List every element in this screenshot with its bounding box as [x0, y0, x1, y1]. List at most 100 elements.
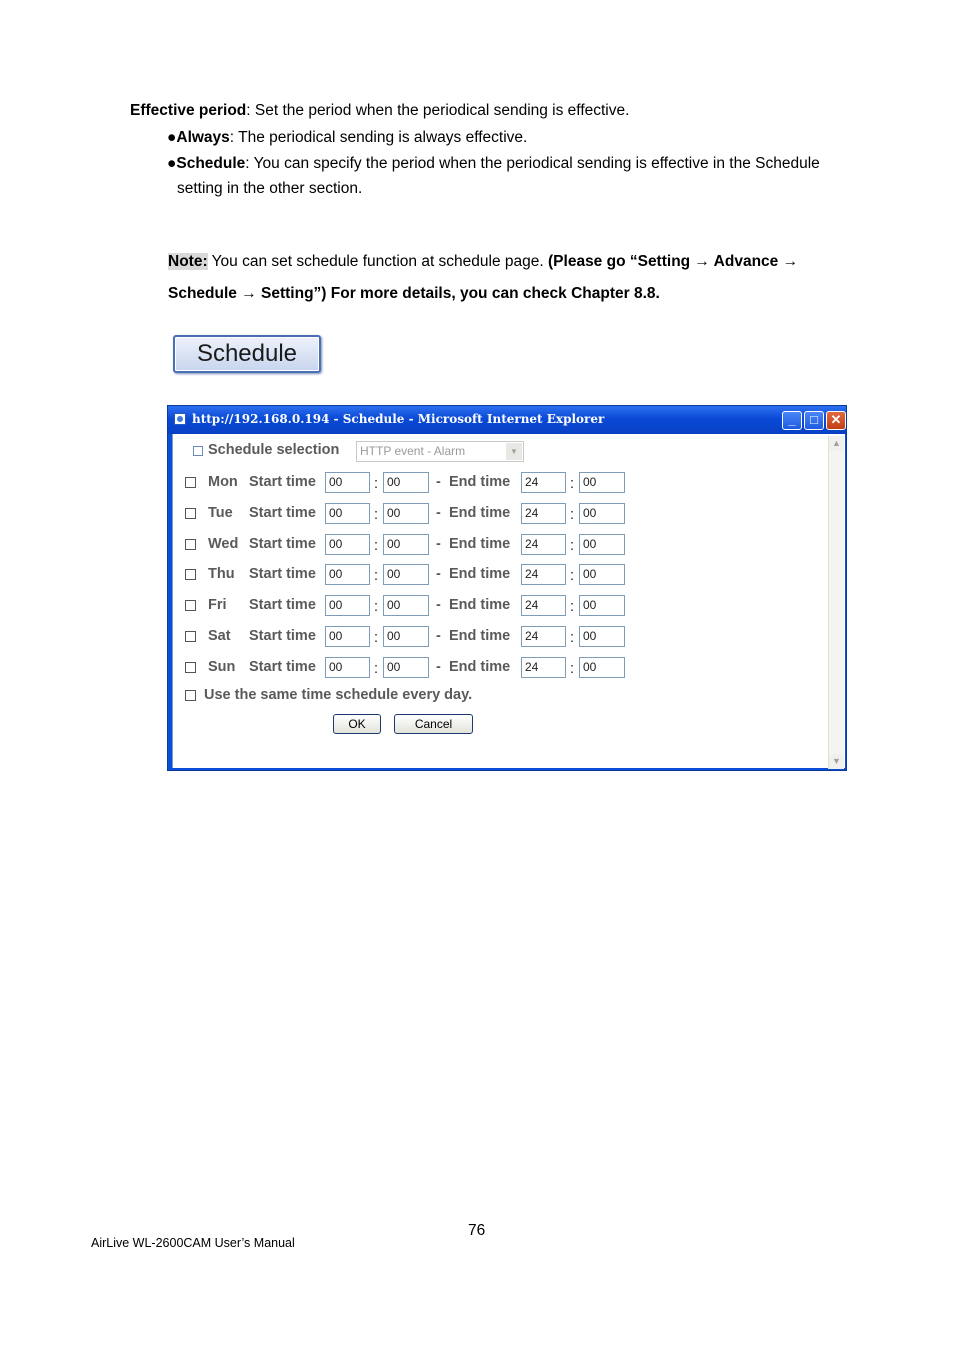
end-time-label: End time — [449, 597, 511, 613]
start-time-label: Start time — [249, 597, 316, 613]
day-checkbox[interactable] — [185, 662, 196, 673]
day-label: Thu — [208, 566, 235, 582]
scroll-down-icon[interactable]: ▼ — [829, 754, 844, 769]
end-time-label: End time — [449, 566, 511, 582]
day-checkbox[interactable] — [185, 569, 196, 580]
ok-button[interactable]: OK — [333, 714, 381, 734]
schedule-button-image: Schedule — [173, 335, 321, 373]
always-desc: : The periodical sending is always effec… — [229, 129, 528, 146]
end-minute-input[interactable]: 00 — [579, 657, 625, 678]
time-colon: : — [374, 507, 379, 523]
range-dash: - — [436, 628, 441, 644]
end-minute-input[interactable]: 00 — [579, 534, 625, 555]
schedule-selection-checkbox[interactable] — [193, 446, 203, 456]
manual-title: AirLive WL-2600CAM User’s Manual — [91, 1236, 295, 1250]
bullet-dot: ● — [167, 155, 177, 172]
range-dash: - — [436, 505, 441, 521]
start-hour-input[interactable]: 00 — [325, 595, 370, 616]
start-hour-input[interactable]: 00 — [325, 657, 370, 678]
time-colon: : — [374, 568, 379, 584]
cancel-button[interactable]: Cancel — [394, 714, 473, 734]
range-dash: - — [436, 597, 441, 613]
end-time-label: End time — [449, 536, 511, 552]
day-checkbox[interactable] — [185, 631, 196, 642]
scroll-up-icon[interactable]: ▲ — [829, 436, 844, 451]
end-time-label: End time — [449, 659, 511, 675]
end-minute-input[interactable]: 00 — [579, 564, 625, 585]
schedule-selection-dropdown[interactable]: HTTP event - Alarm ▼ — [356, 441, 524, 462]
range-dash: - — [436, 474, 441, 490]
end-time-label: End time — [449, 474, 511, 490]
end-hour-input[interactable]: 24 — [521, 595, 566, 616]
start-time-label: Start time — [249, 566, 316, 582]
time-colon: : — [570, 599, 575, 615]
note-text: You can set schedule function at schedul… — [207, 253, 549, 270]
end-time-label: End time — [449, 628, 511, 644]
title-bar: http://192.168.0.194 - Schedule - Micros… — [168, 406, 846, 434]
always-bullet: ●Always: The periodical sending is alway… — [167, 128, 527, 148]
note-label: Note: — [168, 253, 208, 270]
page-number: 76 — [468, 1222, 486, 1239]
start-hour-input[interactable]: 00 — [325, 534, 370, 555]
note-line-2: Schedule → Setting”) For more details, y… — [168, 285, 660, 302]
start-minute-input[interactable]: 00 — [383, 534, 429, 555]
day-checkbox[interactable] — [185, 508, 196, 519]
range-dash: - — [436, 566, 441, 582]
start-minute-input[interactable]: 00 — [383, 657, 429, 678]
vertical-scrollbar[interactable]: ▲ ▼ — [828, 436, 844, 769]
time-colon: : — [570, 507, 575, 523]
effective-period-desc: : Set the period when the periodical sen… — [246, 102, 630, 119]
day-label: Mon — [208, 474, 238, 490]
start-minute-input[interactable]: 00 — [383, 472, 429, 493]
end-minute-input[interactable]: 00 — [579, 595, 625, 616]
maximize-button[interactable]: □ — [804, 411, 824, 430]
start-minute-input[interactable]: 00 — [383, 503, 429, 524]
time-colon: : — [570, 476, 575, 492]
close-button[interactable]: ✕ — [826, 411, 846, 430]
end-hour-input[interactable]: 24 — [521, 657, 566, 678]
day-label: Tue — [208, 505, 233, 521]
effective-period-term: Effective period — [130, 102, 247, 119]
day-label: Fri — [208, 597, 227, 613]
start-minute-input[interactable]: 00 — [383, 626, 429, 647]
end-hour-input[interactable]: 24 — [521, 626, 566, 647]
end-hour-input[interactable]: 24 — [521, 472, 566, 493]
end-minute-input[interactable]: 00 — [579, 472, 625, 493]
note-line-1: Note: You can set schedule function at s… — [168, 252, 798, 272]
end-minute-input[interactable]: 00 — [579, 503, 625, 524]
end-hour-input[interactable]: 24 — [521, 534, 566, 555]
start-time-label: Start time — [249, 659, 316, 675]
effective-period-paragraph: Effective period: Set the period when th… — [130, 101, 629, 121]
day-checkbox[interactable] — [185, 477, 196, 488]
time-colon: : — [374, 476, 379, 492]
start-time-label: Start time — [249, 628, 316, 644]
start-minute-input[interactable]: 00 — [383, 564, 429, 585]
start-hour-input[interactable]: 00 — [325, 503, 370, 524]
time-colon: : — [374, 538, 379, 554]
minimize-button[interactable]: _ — [782, 411, 802, 430]
start-time-label: Start time — [249, 505, 316, 521]
schedule-bullet-continuation: setting in the other section. — [177, 180, 363, 197]
note-path-1: (Please go “Setting → Advance → — [548, 253, 799, 270]
time-colon: : — [570, 630, 575, 646]
start-hour-input[interactable]: 00 — [325, 472, 370, 493]
schedule-bullet: ●Schedule: You can specify the period wh… — [167, 154, 820, 174]
time-colon: : — [570, 538, 575, 554]
window-title: http://192.168.0.194 - Schedule - Micros… — [192, 412, 605, 426]
start-minute-input[interactable]: 00 — [383, 595, 429, 616]
same-schedule-checkbox[interactable] — [185, 690, 196, 701]
start-hour-input[interactable]: 00 — [325, 626, 370, 647]
time-colon: : — [570, 568, 575, 584]
ie-page-icon — [174, 413, 186, 425]
day-label: Sat — [208, 628, 231, 644]
end-time-label: End time — [449, 505, 511, 521]
same-schedule-label: Use the same time schedule every day. — [204, 687, 473, 703]
day-checkbox[interactable] — [185, 600, 196, 611]
day-checkbox[interactable] — [185, 539, 196, 550]
end-hour-input[interactable]: 24 — [521, 503, 566, 524]
end-minute-input[interactable]: 00 — [579, 626, 625, 647]
time-colon: : — [374, 661, 379, 677]
day-label: Wed — [208, 536, 239, 552]
start-hour-input[interactable]: 00 — [325, 564, 370, 585]
end-hour-input[interactable]: 24 — [521, 564, 566, 585]
